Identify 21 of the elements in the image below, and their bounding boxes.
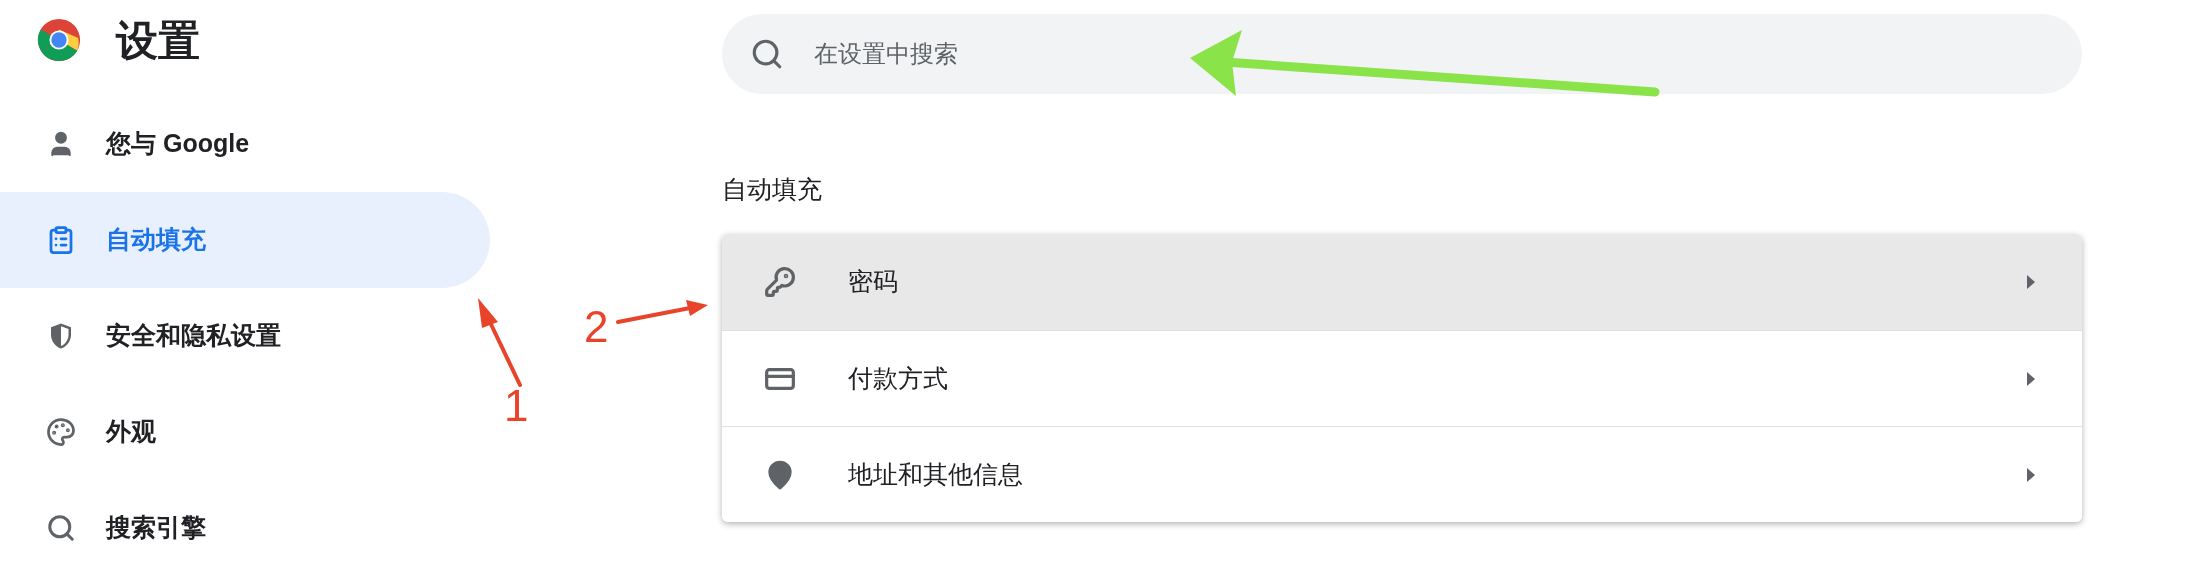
search-icon (46, 513, 76, 543)
search-icon (750, 37, 784, 71)
annotation-number: 1 (504, 384, 529, 428)
section-heading: 自动填充 (722, 174, 822, 205)
annotation-number: 2 (584, 305, 609, 349)
sidebar-item[interactable]: 外观 (0, 384, 490, 480)
sidebar-item[interactable]: 自动填充 (0, 192, 490, 288)
caret-icon (2026, 274, 2036, 290)
settings-row[interactable]: 地址和其他信息 (722, 426, 2082, 522)
sidebar-item[interactable]: 您与 Google (0, 96, 490, 192)
settings-row[interactable]: 付款方式 (722, 330, 2082, 426)
browser-logo-icon (36, 17, 82, 63)
caret-icon (2026, 466, 2036, 483)
sidebar-item[interactable]: 搜索引擎 (0, 480, 490, 576)
palette-icon (46, 417, 76, 447)
search-field[interactable]: 在设置中搜索 (722, 14, 2082, 94)
sidebar-item[interactable]: 安全和隐私设置 (0, 288, 490, 384)
caret-icon (2026, 370, 2036, 387)
key-icon (764, 266, 796, 298)
settings-row[interactable]: 密码 (722, 234, 2082, 330)
page-title: 设置 (116, 15, 200, 66)
